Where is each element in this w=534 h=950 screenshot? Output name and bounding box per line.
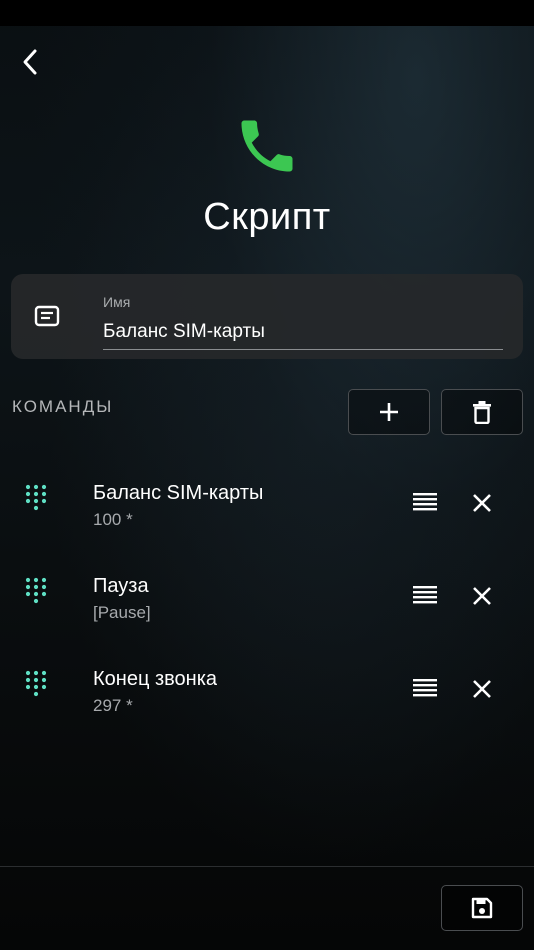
command-row[interactable]: Пауза [Pause]: [0, 567, 534, 647]
add-command-button[interactable]: [348, 389, 430, 435]
drag-handle-icon[interactable]: [408, 488, 442, 518]
dialpad-icon: [25, 484, 47, 511]
commands-section-label: КОМАНДЫ: [12, 397, 114, 416]
remove-command-button[interactable]: [466, 488, 498, 518]
close-icon: [473, 587, 491, 605]
save-icon: [471, 897, 493, 919]
script-editor-screen: Скрипт Имя КОМАНДЫ: [0, 0, 534, 950]
command-row[interactable]: Конец звонка 297 *: [0, 660, 534, 740]
close-icon: [473, 494, 491, 512]
command-detail: 297 *: [93, 696, 133, 715]
name-card: Имя: [11, 274, 523, 359]
name-input[interactable]: [103, 314, 503, 350]
command-detail: [Pause]: [93, 603, 151, 622]
remove-command-button[interactable]: [466, 674, 498, 704]
drag-handle-icon[interactable]: [408, 674, 442, 704]
command-title: Пауза: [93, 575, 149, 597]
page-title: Скрипт: [203, 196, 331, 238]
phone-icon: [241, 120, 293, 172]
command-title: Баланс SIM-карты: [93, 482, 264, 504]
chevron-left-icon: [23, 49, 37, 75]
footer-divider: [0, 866, 534, 867]
remove-command-button[interactable]: [466, 581, 498, 611]
back-button[interactable]: [14, 46, 46, 78]
status-bar-area: [0, 0, 534, 26]
drag-handle-icon[interactable]: [408, 581, 442, 611]
dialpad-icon: [25, 577, 47, 604]
document-icon: [34, 305, 60, 327]
dialpad-icon: [25, 670, 47, 697]
name-field-label: Имя: [103, 294, 131, 310]
save-button[interactable]: [441, 885, 523, 931]
command-row[interactable]: Баланс SIM-карты 100 *: [0, 474, 534, 554]
delete-script-button[interactable]: [441, 389, 523, 435]
command-detail: 100 *: [93, 510, 133, 529]
trash-icon: [473, 401, 491, 424]
plus-icon: [380, 403, 398, 421]
close-icon: [473, 680, 491, 698]
command-title: Конец звонка: [93, 668, 218, 690]
